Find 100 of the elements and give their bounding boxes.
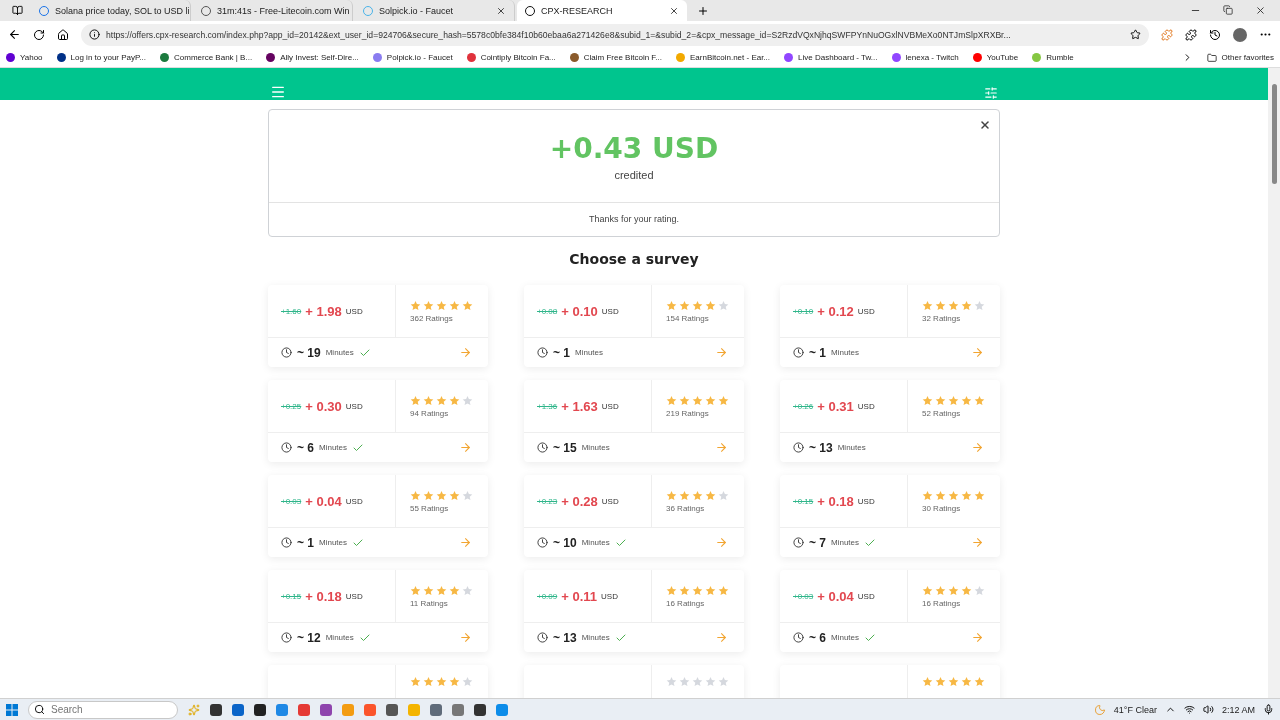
info-icon [89,29,100,40]
currency-label: USD [601,306,619,316]
ratings-count: 55 Ratings [410,503,450,513]
survey-card[interactable]: +0.03 + 0.04 USD 16 Ratings ~ 6 Minutes [780,570,1000,652]
survey-card[interactable]: +0.10 + 0.12 USD 32 Ratings ~ 1 Minutes [780,285,1000,367]
refresh-icon[interactable] [33,28,45,41]
star-icon[interactable] [1130,29,1141,40]
old-price: +0.03 [793,591,814,601]
survey-card[interactable]: +1.36 + 1.63 USD 219 Ratings ~ 15 Minutes [524,380,744,462]
start-survey-button[interactable] [715,346,728,359]
survey-card[interactable]: +0.03 + 0.04 USD 55 Ratings ~ 1 Minutes [268,475,488,557]
history-icon[interactable] [1209,28,1221,41]
tab-title: CPX-RESEARCH [541,5,614,16]
wifi-icon[interactable] [1183,704,1195,715]
currency-label: USD [857,496,875,506]
bookmark-link[interactable]: lenexa - Twitch [891,53,959,62]
close-icon[interactable] [669,5,679,16]
survey-card[interactable]: +0.08 + 0.10 USD 154 Ratings ~ 1 Minutes [524,285,744,367]
survey-price: + 1.98 [305,303,342,319]
scrollbar[interactable] [1268,68,1280,698]
start-survey-button[interactable] [459,441,472,454]
currency-label: USD [601,496,619,506]
bookmark-link[interactable]: Ally Invest: Self-Dire... [266,53,359,62]
survey-card[interactable]: +0.09 + 0.11 USD 16 Ratings ~ 13 Minutes [524,570,744,652]
start-survey-button[interactable] [715,536,728,549]
duration-value: ~ 19 [297,345,321,360]
restore-icon[interactable] [1223,5,1233,15]
duration-unit: Minutes [319,443,348,452]
star-icon [462,394,473,406]
survey-card[interactable]: +0.23 + 0.28 USD 36 Ratings ~ 10 Minutes [524,475,744,557]
survey-card[interactable]: +0.25 + 0.30 USD 94 Ratings ~ 6 Minutes [268,380,488,462]
survey-price: + 0.28 [561,493,598,509]
tab-title: 31m:41s - Free-Litecoin.com Win [217,5,350,16]
windows-logo-icon[interactable] [6,703,18,716]
app-icon[interactable] [210,703,222,716]
app-icon[interactable] [254,703,266,716]
address-bar[interactable]: https://offers.cpx-research.com/index.php?app_id=20142&ext_user_id=924706&secure_hash=5578c0bfe384f10b60ebaa6a271426e8&subid_1=&subid_2=&cpx_message_id=S2RzdVQxNjhqSWFPYnNuOGxlNVBMeXo0NTJmSlpXRXBr... [81,23,1149,46]
start-survey-button[interactable] [715,441,728,454]
start-survey-button[interactable] [971,631,984,644]
bookmark-link[interactable]: Live Dashboard - Tw... [784,53,878,62]
ratings-count: 362 Ratings [410,313,454,323]
profile-avatar[interactable] [1233,27,1247,42]
bookmark-link[interactable]: Claim Free Bitcoin F... [569,53,662,62]
start-survey-button[interactable] [971,441,984,454]
app-icon[interactable] [386,703,398,716]
star-icon [423,299,434,311]
close-icon[interactable] [496,5,506,16]
survey-card[interactable]: +1.60 + 1.98 USD 362 Ratings ~ 19 Minutes [268,285,488,367]
survey-card[interactable]: +0.26 + 0.31 USD 52 Ratings ~ 13 Minutes [780,380,1000,462]
bookmark-link[interactable]: Yahoo [6,53,43,62]
new-tab-icon[interactable] [697,4,709,17]
survey-price: + 1.63 [561,398,598,414]
close-button[interactable] [979,119,991,131]
start-survey-button[interactable] [459,346,472,359]
back-icon[interactable] [8,28,21,41]
bookmark-link[interactable]: Commerce Bank | B... [160,53,253,62]
bookmark-link[interactable]: Polpick.io - Faucet [372,53,453,62]
survey-price: + 0.12 [817,303,854,319]
start-survey-button[interactable] [971,346,984,359]
bookmark-link[interactable]: YouTube [972,53,1019,62]
star-icon [410,676,421,687]
mic-icon[interactable] [1263,704,1274,715]
star-icon [410,584,421,596]
star-icon [679,299,690,311]
currency-label: USD [345,496,363,506]
ratings-count: 11 Ratings [410,598,449,608]
start-survey-button[interactable] [715,631,728,644]
tab-actions-icon[interactable] [12,5,23,16]
bookmark-link[interactable]: Log in to your PayP... [56,53,146,62]
clock-icon [281,347,292,358]
duration-value: ~ 10 [553,535,577,550]
star-icon [961,489,972,501]
star-icon [961,394,972,406]
star-icon [705,584,716,596]
weather-text: 41°F Clear [1113,704,1157,715]
star-icon [961,299,972,311]
other-favorites-link[interactable]: Other favorites [1206,52,1274,63]
star-icon [462,489,473,501]
bookmark-link[interactable]: Rumble [1032,53,1074,62]
survey-card[interactable]: +0.15 + 0.18 USD 11 Ratings ~ 12 Minutes [268,570,488,652]
start-survey-button[interactable] [971,536,984,549]
puzzle-icon[interactable] [1185,28,1197,41]
home-icon[interactable] [57,28,69,41]
survey-price: + 0.18 [817,493,854,509]
start-survey-button[interactable] [459,631,472,644]
star-icon [449,676,460,687]
duration-unit: Minutes [319,538,348,547]
start-survey-button[interactable] [459,536,472,549]
bookmark-link[interactable]: Cointiply Bitcoin Fa... [466,53,556,62]
close-icon[interactable] [1255,5,1266,16]
star-icon [679,584,690,596]
duration-value: ~ 1 [809,345,826,360]
taskbar-search-field[interactable]: Search [28,700,178,719]
star-icon [449,299,460,311]
app-icon[interactable] [474,703,486,716]
survey-card[interactable]: +0.15 + 0.18 USD 30 Ratings ~ 7 Minutes [780,475,1000,557]
volume-icon[interactable] [1202,704,1214,715]
browser-tab[interactable]: CPX-RESEARCH [517,0,687,21]
star-icon [935,489,946,501]
bookmark-link[interactable]: EarnBitcoin.net - Ear... [676,53,771,62]
